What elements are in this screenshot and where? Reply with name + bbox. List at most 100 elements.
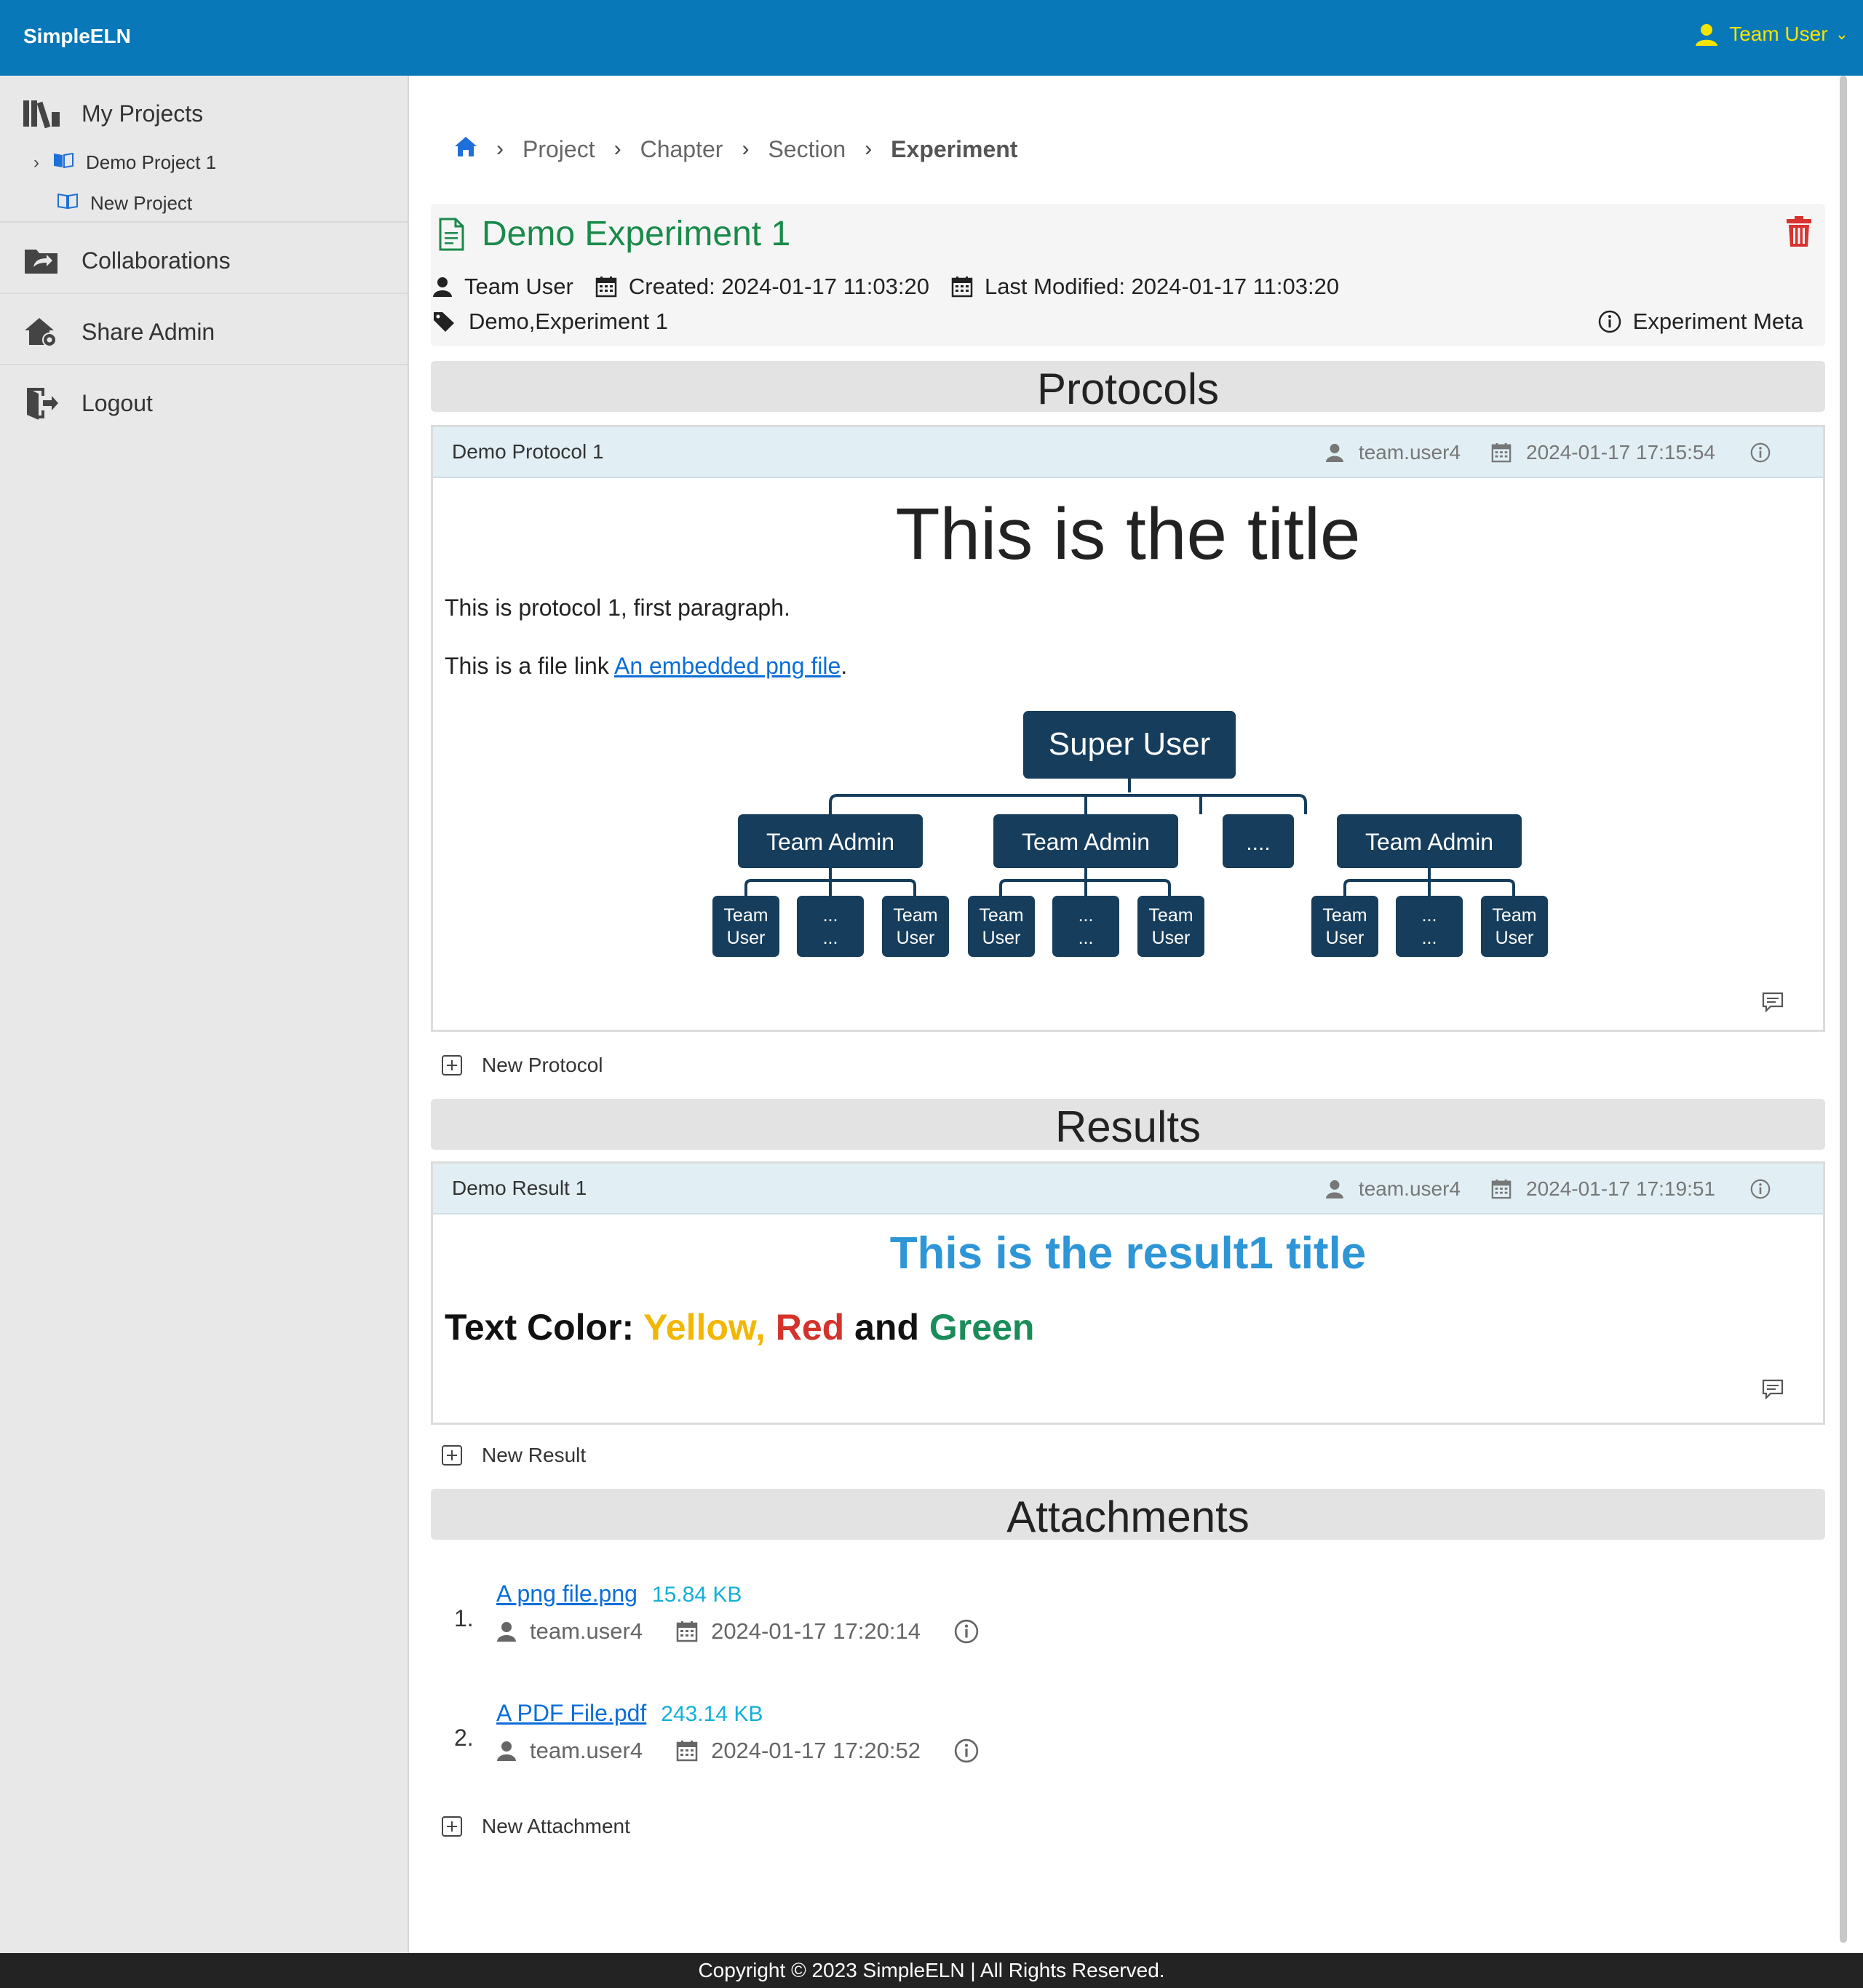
plus-square-icon — [442, 1445, 462, 1466]
chevron-right-icon: › — [496, 137, 504, 161]
sidebar-item-logout[interactable]: Logout — [0, 377, 408, 429]
protocol-user: team.user4 — [1325, 441, 1461, 464]
experiment-title: Demo Experiment 1 — [438, 214, 790, 254]
owner-name: Team User — [464, 274, 573, 299]
attachment-meta: team.user4 2024-01-17 17:20:52 — [496, 1738, 992, 1764]
org-dots-label: ... — [1079, 905, 1094, 926]
org-user-label: User — [1152, 928, 1191, 948]
result-text: Text Color: Yellow, Red and Green — [445, 1306, 1034, 1348]
trash-icon — [1787, 216, 1811, 247]
org-dots-label: ... — [1422, 928, 1437, 948]
result-title: This is the result1 title — [889, 1228, 1367, 1279]
org-ellipsis-label: .... — [1246, 831, 1270, 855]
project-item-demo[interactable]: › Demo Project 1 — [33, 151, 216, 174]
breadcrumb-chapter[interactable]: Chapter — [640, 136, 723, 163]
library-icon — [20, 95, 63, 132]
and-word: and — [854, 1307, 920, 1348]
org-user-label: User — [727, 928, 766, 948]
divider — [0, 293, 408, 294]
info-icon[interactable] — [954, 1738, 979, 1763]
user-icon — [497, 1741, 516, 1761]
info-icon[interactable] — [1750, 442, 1771, 463]
new-protocol-label: New Protocol — [482, 1054, 603, 1076]
info-icon — [1598, 310, 1621, 333]
org-user-label: Team — [893, 905, 937, 926]
org-user-label: User — [982, 928, 1021, 948]
breadcrumb-section[interactable]: Section — [768, 136, 846, 163]
org-admin-label: Team Admin — [1022, 829, 1150, 855]
result-meta: team.user4 2024-01-17 17:19:51 — [1295, 1164, 1785, 1214]
plus-square-icon — [442, 1816, 462, 1837]
sidebar-item-collaborations[interactable]: Collaborations — [0, 234, 408, 287]
experiment-meta-link[interactable]: Experiment Meta — [1598, 309, 1803, 335]
sidebar: My Projects › Demo Project 1 New Project… — [0, 76, 409, 1953]
modified-text: Last Modified: 2024-01-17 11:03:20 — [984, 274, 1340, 299]
info-icon[interactable] — [1750, 1179, 1771, 1199]
org-user-label: Team — [979, 905, 1023, 926]
attachment-meta: team.user4 2024-01-17 17:20:14 — [496, 1618, 992, 1645]
result-date: 2024-01-17 17:19:51 — [1491, 1177, 1715, 1201]
protocol-date-text: 2024-01-17 17:15:54 — [1526, 441, 1715, 464]
attachment-date: 2024-01-17 17:20:52 — [676, 1738, 921, 1764]
new-result-button[interactable]: New Result — [441, 1444, 586, 1467]
tag-icon — [434, 312, 454, 332]
new-protocol-button[interactable]: New Protocol — [441, 1054, 603, 1077]
sidebar-item-share-admin[interactable]: Share Admin — [0, 306, 408, 358]
calendar-icon — [595, 277, 617, 298]
divider — [0, 364, 408, 365]
new-attachment-label: New Attachment — [482, 1815, 630, 1837]
protocol-meta: team.user4 2024-01-17 17:15:54 — [1295, 427, 1785, 478]
sidebar-item-my-projects[interactable]: My Projects — [0, 87, 408, 140]
org-chart-image: Super User Team Admin Team Admin .... Te… — [712, 711, 1548, 957]
home-icon[interactable] — [454, 135, 477, 163]
plus-square-icon — [442, 1055, 462, 1075]
protocol-user-name: team.user4 — [1358, 441, 1461, 464]
protocol-card-header[interactable]: Demo Protocol 1 team.user4 2024-01-17 17… — [433, 427, 1823, 478]
modified-date: Last Modified: 2024-01-17 11:03:20 — [951, 274, 1339, 300]
delete-button[interactable] — [1786, 215, 1812, 251]
user-icon — [497, 1622, 516, 1642]
calendar-icon — [1491, 1179, 1512, 1199]
attachment-number: 1. — [454, 1605, 474, 1631]
protocols-heading: Protocols — [431, 361, 1825, 412]
attachment-name-line: A png file.png 15.84 KB — [496, 1581, 742, 1607]
breadcrumb-project[interactable]: Project — [523, 136, 595, 163]
new-result-label: New Result — [482, 1444, 587, 1466]
scrollbar[interactable] — [1840, 76, 1847, 1943]
comment-icon[interactable] — [1762, 1379, 1784, 1399]
project-item-new[interactable]: New Project — [57, 192, 192, 215]
user-menu[interactable]: Team User ⌄ — [1694, 22, 1848, 47]
attachment-size: 15.84 KB — [651, 1583, 742, 1607]
org-admin-label: Team Admin — [1365, 829, 1493, 855]
chevron-right-icon: › — [742, 137, 750, 161]
sidebar-item-label: Logout — [82, 389, 153, 416]
new-attachment-button[interactable]: New Attachment — [441, 1815, 630, 1838]
house-gear-icon — [20, 314, 63, 350]
org-admin-label: Team Admin — [766, 829, 894, 855]
org-user-label: Team — [723, 905, 768, 926]
comment-icon[interactable] — [1762, 992, 1784, 1012]
folder-share-icon — [20, 242, 63, 279]
project-label: Demo Project 1 — [86, 151, 217, 173]
project-label: New Project — [90, 192, 193, 214]
green-word: Green — [929, 1307, 1035, 1348]
attachment-user: team.user4 — [496, 1738, 643, 1764]
info-icon[interactable] — [954, 1619, 979, 1644]
experiment-title-text: Demo Experiment 1 — [482, 215, 791, 253]
chevron-right-icon[interactable]: › — [33, 153, 52, 173]
attachment-link[interactable]: A png file.png — [496, 1581, 637, 1607]
org-user-label: Team — [1322, 905, 1367, 926]
calendar-icon — [1491, 442, 1512, 463]
brand-logo[interactable]: SimpleELN — [23, 25, 131, 48]
result-card: Demo Result 1 team.user4 2024-01-17 17:1… — [431, 1161, 1825, 1425]
attachment-link[interactable]: A PDF File.pdf — [496, 1700, 646, 1727]
attachment-user-name: team.user4 — [530, 1738, 643, 1763]
protocol-card: Demo Protocol 1 team.user4 2024-01-17 17… — [431, 425, 1825, 1032]
result-card-header[interactable]: Demo Result 1 team.user4 2024-01-17 17:1… — [433, 1164, 1823, 1214]
chevron-right-icon: › — [613, 137, 621, 161]
text-color-label: Text Color: — [445, 1307, 644, 1348]
experiment-meta-label: Experiment Meta — [1632, 309, 1803, 334]
protocol-date: 2024-01-17 17:15:54 — [1491, 441, 1715, 464]
experiment-header: Demo Experiment 1 Team User Created: 202… — [431, 204, 1825, 346]
result-name: Demo Result 1 — [452, 1177, 587, 1199]
